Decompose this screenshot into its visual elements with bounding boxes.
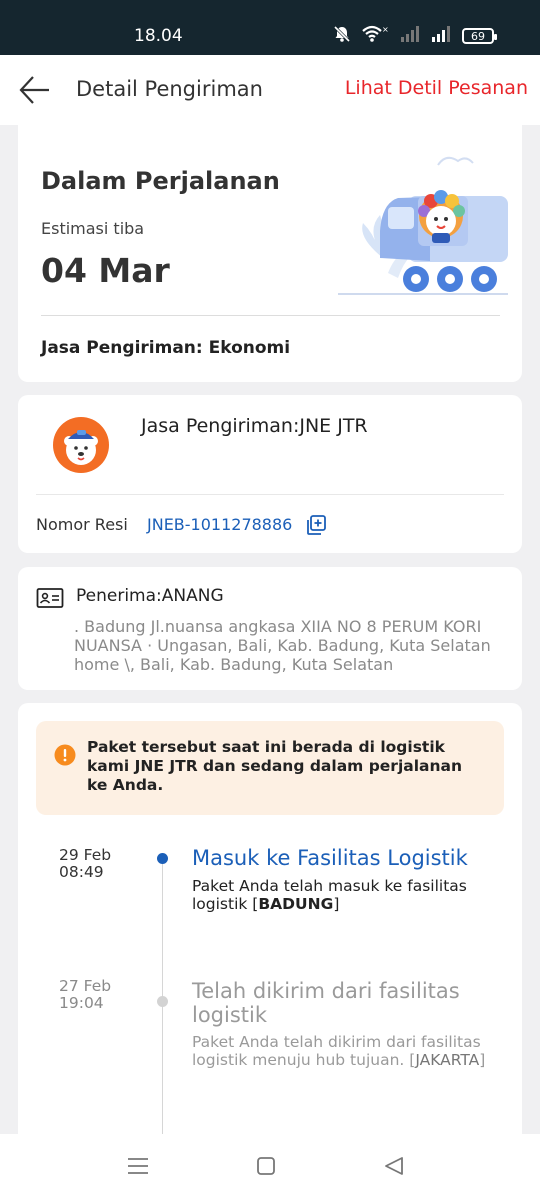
eta-label: Estimasi tiba xyxy=(41,219,145,238)
event-title: Masuk ke Fasilitas Logistik xyxy=(192,846,468,870)
signal-icon xyxy=(431,25,453,47)
divider xyxy=(36,494,504,495)
back-arrow-icon[interactable] xyxy=(18,73,52,107)
event-description: Paket Anda telah dikirim dari fasilitas … xyxy=(192,1033,492,1069)
event-datetime: 27 Feb 19:04 xyxy=(59,978,111,1012)
courier-name: Jasa Pengiriman:JNE JTR xyxy=(141,415,368,437)
mute-icon xyxy=(332,24,352,48)
notice-text: Paket tersebut saat ini berada di logist… xyxy=(87,738,463,794)
event-title: Telah dikirim dari fasilitas logistik xyxy=(192,979,460,1027)
menu-icon[interactable] xyxy=(127,1156,149,1180)
event-location: BADUNG xyxy=(258,895,334,913)
signal-icon xyxy=(400,25,422,47)
status-time: 18.04 xyxy=(134,26,183,46)
event-description-end: ] xyxy=(333,895,340,913)
recipient-card: Penerima:ANANG . Badung Jl.nuansa angkas… xyxy=(18,567,522,690)
event-datetime: 29 Feb 08:49 xyxy=(59,847,111,881)
shipping-service: Jasa Pengiriman: Ekonomi xyxy=(41,338,291,358)
event-time: 19:04 xyxy=(59,994,104,1012)
tracking-notice: Paket tersebut saat ini berada di logist… xyxy=(36,721,504,815)
recipient-name: Penerima:ANANG xyxy=(76,586,224,606)
status-bar: 18.04 × 69 xyxy=(0,0,540,55)
event-date: 27 Feb xyxy=(59,977,112,995)
copy-icon[interactable] xyxy=(305,514,327,540)
contact-card-icon xyxy=(36,587,64,613)
eta-date: 04 Mar xyxy=(41,251,170,290)
shipment-status-card: Dalam Perjalanan Estimasi tiba 04 Mar Ja… xyxy=(18,125,522,382)
home-icon[interactable] xyxy=(256,1156,276,1180)
event-description-end: ] xyxy=(479,1051,486,1069)
wifi-icon: × xyxy=(361,24,391,48)
warning-icon xyxy=(54,744,76,770)
courier-mascot-icon xyxy=(53,417,109,477)
order-detail-link[interactable]: Lihat Detil Pesanan xyxy=(345,77,528,99)
tracking-card: Paket tersebut saat ini berada di logist… xyxy=(18,703,522,1143)
event-description: Paket Anda telah masuk ke fasilitas logi… xyxy=(192,877,492,913)
back-icon[interactable] xyxy=(384,1156,404,1180)
tracking-number-label: Nomor Resi xyxy=(36,515,128,534)
recipient-address: . Badung Jl.nuansa angkasa XIIA NO 8 PER… xyxy=(74,617,491,674)
battery-icon: 69 xyxy=(462,28,497,44)
shipment-status: Dalam Perjalanan xyxy=(41,167,280,195)
tracking-number[interactable]: JNEB-1011278886 xyxy=(147,515,292,534)
status-icons: × 69 xyxy=(332,24,497,48)
timeline-dot xyxy=(157,996,168,1007)
divider xyxy=(41,315,500,316)
system-nav-bar xyxy=(0,1134,540,1200)
courier-card: Jasa Pengiriman:JNE JTR Nomor Resi JNEB-… xyxy=(18,395,522,553)
timeline-dot-active xyxy=(157,853,168,864)
event-date: 29 Feb xyxy=(59,846,112,864)
top-bar: Detail Pengiriman Lihat Detil Pesanan xyxy=(0,55,540,125)
event-time: 08:49 xyxy=(59,863,104,881)
event-location: JAKARTA xyxy=(415,1051,480,1069)
svg-text:×: × xyxy=(382,25,389,34)
delivery-truck-illustration xyxy=(328,153,513,302)
page-title: Detail Pengiriman xyxy=(76,77,263,101)
